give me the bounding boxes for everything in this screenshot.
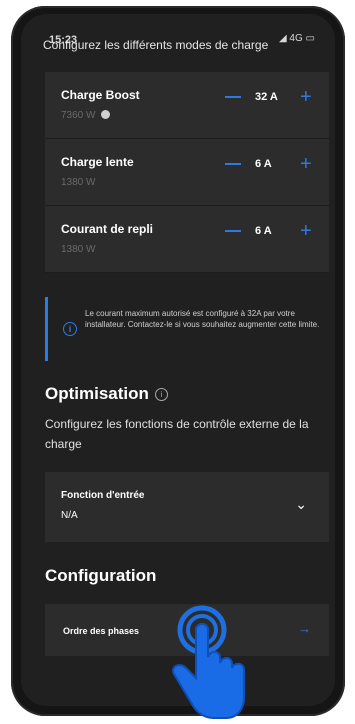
charge-boost-power: 7360 W bbox=[61, 110, 111, 121]
optimisation-title: Optimisation i bbox=[45, 384, 168, 404]
charge-slow-decrease-button[interactable] bbox=[225, 163, 241, 165]
optimisation-description: Configurez les fonctions de contrôle ext… bbox=[45, 417, 309, 451]
charge-slow-power: 1380 W bbox=[61, 177, 96, 188]
tap-gesture-hand-icon bbox=[172, 605, 245, 719]
input-function-label: Fonction d'entrée bbox=[61, 490, 145, 501]
charge-slow-card: Charge lente 1380 W 6 A + bbox=[45, 139, 329, 206]
charge-modes-heading: Configurez les différents modes de charg… bbox=[43, 38, 269, 52]
boost-badge-icon bbox=[101, 110, 111, 119]
arrow-right-icon: → bbox=[298, 621, 311, 636]
fallback-current-power: 1380 W bbox=[61, 244, 96, 255]
fallback-current-value: 6 A bbox=[255, 225, 272, 237]
charge-boost-title: Charge Boost bbox=[61, 88, 140, 102]
charge-boost-decrease-button[interactable] bbox=[225, 96, 241, 98]
input-function-select[interactable]: Fonction d'entrée N/A ⌄ bbox=[45, 472, 329, 542]
fallback-current-increase-button[interactable]: + bbox=[300, 221, 312, 241]
charge-boost-increase-button[interactable]: + bbox=[300, 87, 312, 107]
input-function-value: N/A bbox=[61, 510, 78, 521]
fallback-current-decrease-button[interactable] bbox=[225, 230, 241, 232]
charge-slow-increase-button[interactable]: + bbox=[300, 154, 312, 174]
charge-slow-title: Charge lente bbox=[61, 155, 134, 169]
fallback-current-title: Courant de repli bbox=[61, 222, 154, 236]
phase-order-label: Ordre des phases bbox=[63, 626, 140, 636]
info-icon: i bbox=[63, 322, 77, 336]
chevron-down-icon: ⌄ bbox=[295, 496, 307, 512]
configuration-title: Configuration bbox=[45, 566, 157, 585]
charge-slow-value: 6 A bbox=[255, 158, 272, 170]
charge-boost-value: 32 A bbox=[255, 91, 278, 103]
info-banner-text: Le courant maximum autorisé est configur… bbox=[85, 309, 320, 329]
charge-boost-card: Charge Boost 7360 W 32 A + bbox=[45, 72, 329, 139]
charge-modes-list: Charge Boost 7360 W 32 A + Charge lente … bbox=[45, 72, 329, 273]
info-accent-bar bbox=[45, 297, 48, 361]
optimisation-info-icon[interactable]: i bbox=[154, 388, 168, 401]
max-current-info-banner: i Le courant maximum autorisé est config… bbox=[45, 297, 329, 361]
fallback-current-card: Courant de repli 1380 W 6 A + bbox=[45, 206, 329, 273]
